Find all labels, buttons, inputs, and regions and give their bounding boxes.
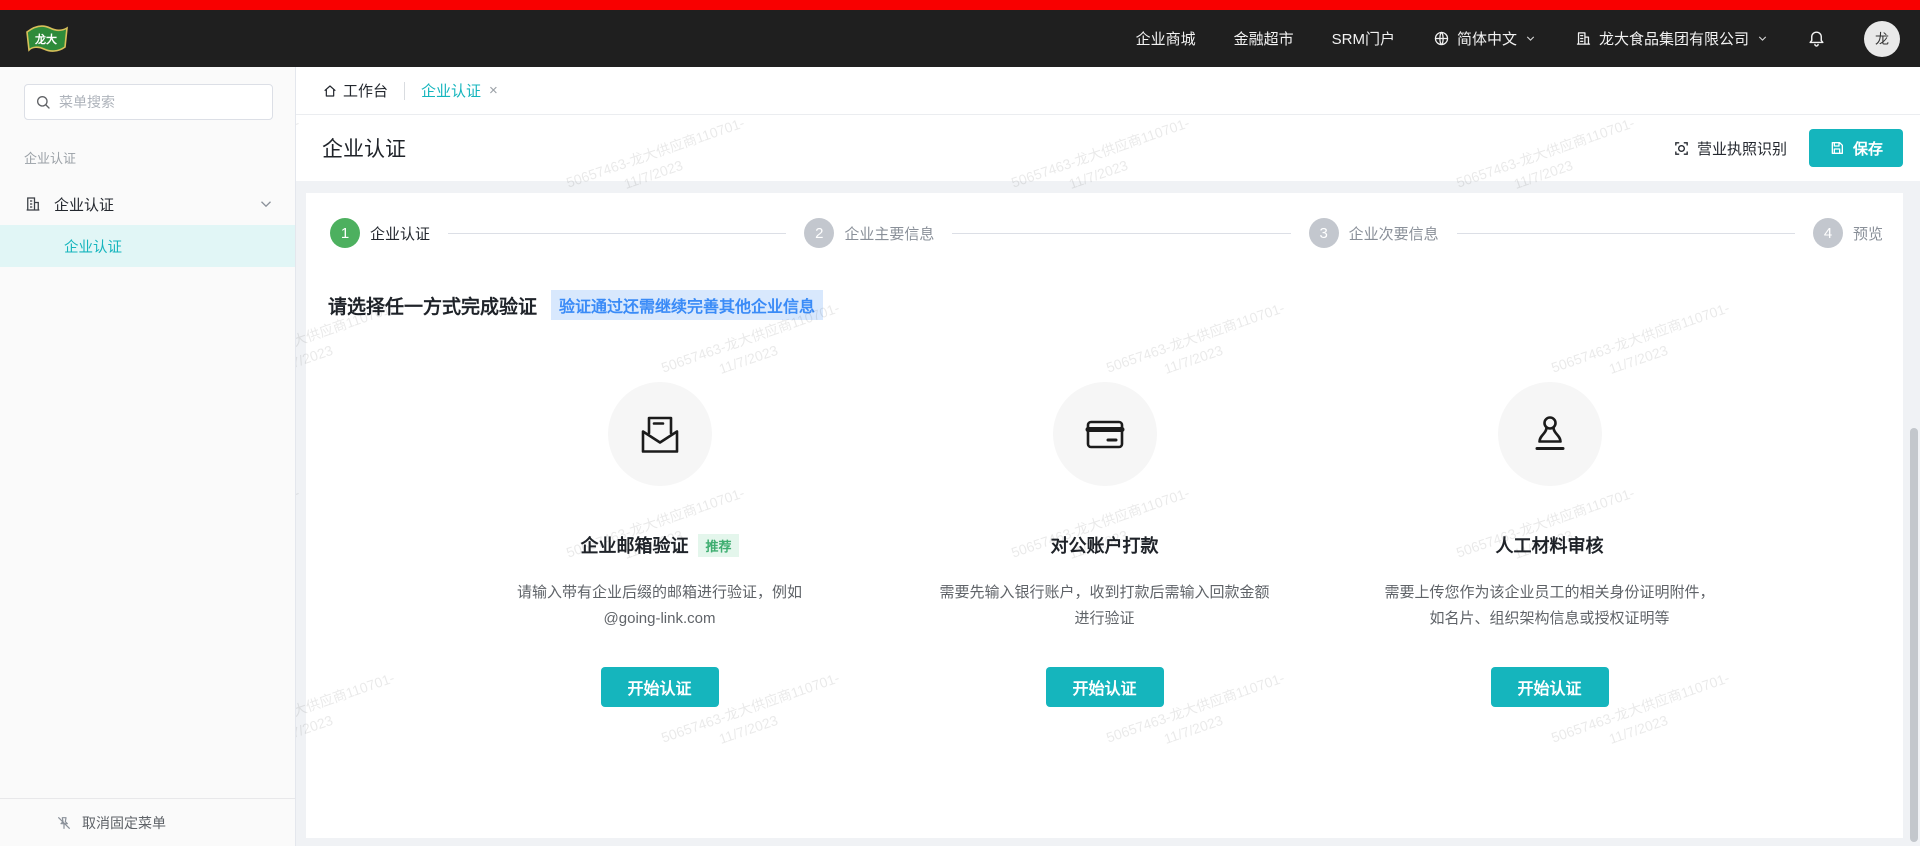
top-red-bar bbox=[0, 0, 1920, 10]
user-avatar[interactable]: 龙 bbox=[1864, 21, 1900, 57]
building-icon bbox=[24, 195, 42, 213]
card-bank-transfer: 对公账户打款 需要先输入银行账户，收到打款后需输入回款金额进行验证 开始认证 bbox=[882, 382, 1327, 707]
main-area: 50657463-龙大供应商110701-11/7/202350657463-龙… bbox=[296, 67, 1920, 846]
nav-srm-portal[interactable]: SRM门户 bbox=[1332, 28, 1395, 49]
step-number: 4 bbox=[1813, 218, 1843, 248]
nav-enterprise-mall[interactable]: 企业商城 bbox=[1136, 28, 1196, 49]
start-auth-button-email[interactable]: 开始认证 bbox=[601, 667, 719, 707]
chevron-down-icon bbox=[1756, 32, 1769, 45]
step-label: 企业次要信息 bbox=[1349, 223, 1439, 244]
sidebar-item-enterprise-auth[interactable]: 企业认证 bbox=[0, 183, 295, 225]
flag-logo-icon: 龙大 bbox=[24, 23, 70, 55]
menu-search-input[interactable] bbox=[59, 94, 262, 110]
verify-heading-row: 请选择任一方式完成验证 验证通过还需继续完善其他企业信息 bbox=[328, 290, 1903, 320]
step-label: 企业主要信息 bbox=[844, 223, 934, 244]
step-label: 预览 bbox=[1853, 223, 1883, 244]
sidebar-item-label: 企业认证 bbox=[54, 194, 114, 215]
bell-icon bbox=[1807, 29, 1826, 48]
email-icon bbox=[608, 382, 712, 486]
card-description: 需要上传您作为该企业员工的相关身份证明附件，如名片、组织架构信息或授权证明等 bbox=[1380, 580, 1720, 633]
sidebar: 企业认证 企业认证 企业认证 取消固定菜单 bbox=[0, 67, 296, 846]
app-header: 龙大 企业商城 金融超市 SRM门户 简体中文 龙大食品集团有限公司 龙 bbox=[0, 10, 1920, 67]
card-title: 对公账户打款 bbox=[1051, 532, 1159, 558]
company-name: 龙大食品集团有限公司 bbox=[1599, 28, 1749, 49]
sidebar-subitem-label: 企业认证 bbox=[64, 236, 122, 257]
card-email-verify: 企业邮箱验证 推荐 请输入带有企业后缀的邮箱进行验证，例如 @going-lin… bbox=[437, 382, 882, 707]
card-description: 需要先输入银行账户，收到打款后需输入回款金额进行验证 bbox=[935, 580, 1275, 633]
save-icon bbox=[1829, 140, 1845, 156]
card-description: 请输入带有企业后缀的邮箱进行验证，例如 @going-link.com bbox=[490, 580, 830, 633]
step-number: 1 bbox=[330, 218, 360, 248]
company-switcher[interactable]: 龙大食品集团有限公司 bbox=[1575, 28, 1769, 49]
content-panel: 1 企业认证 2 企业主要信息 3 企业次要信息 4 预览 bbox=[306, 193, 1903, 838]
close-tab-icon[interactable]: × bbox=[489, 83, 498, 98]
menu-group-label: 企业认证 bbox=[24, 148, 295, 167]
step-number: 3 bbox=[1309, 218, 1339, 248]
unpin-menu-button[interactable]: 取消固定菜单 bbox=[0, 798, 295, 846]
card-title: 企业邮箱验证 bbox=[580, 532, 688, 558]
stamp-icon bbox=[1498, 382, 1602, 486]
avatar-initial: 龙 bbox=[1875, 29, 1889, 49]
building-icon bbox=[1575, 30, 1592, 47]
pin-slash-icon bbox=[56, 815, 72, 831]
nav-finance-market[interactable]: 金融超市 bbox=[1234, 28, 1294, 49]
chevron-down-icon bbox=[257, 195, 275, 213]
tab-enterprise-auth[interactable]: 企业认证 × bbox=[421, 80, 498, 101]
start-auth-button-bank[interactable]: 开始认证 bbox=[1046, 667, 1164, 707]
recommended-badge: 推荐 bbox=[698, 534, 738, 557]
bank-card-icon bbox=[1053, 382, 1157, 486]
menu-search-box[interactable] bbox=[24, 84, 273, 120]
step-label: 企业认证 bbox=[370, 223, 430, 244]
search-icon bbox=[35, 94, 51, 110]
tab-separator bbox=[404, 82, 405, 100]
card-title: 人工材料审核 bbox=[1496, 532, 1604, 558]
step-connector bbox=[952, 233, 1290, 234]
tab-bar: 工作台 企业认证 × bbox=[296, 67, 1920, 115]
language-switcher[interactable]: 简体中文 bbox=[1433, 28, 1537, 49]
ocr-license-label: 营业执照识别 bbox=[1697, 138, 1787, 159]
chevron-down-icon bbox=[1524, 32, 1537, 45]
start-auth-button-manual[interactable]: 开始认证 bbox=[1491, 667, 1609, 707]
workbench-label: 工作台 bbox=[343, 80, 388, 101]
language-label: 简体中文 bbox=[1457, 28, 1517, 49]
page-title: 企业认证 bbox=[322, 133, 406, 163]
verify-heading: 请选择任一方式完成验证 bbox=[328, 292, 537, 319]
step-4-preview: 4 预览 bbox=[1813, 218, 1883, 248]
scrollbar-thumb[interactable] bbox=[1910, 428, 1918, 842]
notification-bell[interactable] bbox=[1807, 29, 1826, 48]
scan-icon bbox=[1673, 140, 1690, 157]
step-connector bbox=[448, 233, 786, 234]
vertical-scrollbar[interactable] bbox=[1909, 67, 1919, 846]
step-2-main-info: 2 企业主要信息 bbox=[804, 218, 934, 248]
step-3-secondary-info: 3 企业次要信息 bbox=[1309, 218, 1439, 248]
page-header: 企业认证 营业执照识别 保存 bbox=[296, 115, 1920, 181]
header-actions: 营业执照识别 保存 bbox=[1673, 129, 1903, 167]
svg-text:龙大: 龙大 bbox=[34, 32, 57, 46]
ocr-license-button[interactable]: 营业执照识别 bbox=[1673, 138, 1787, 159]
step-1-enterprise-auth: 1 企业认证 bbox=[330, 218, 430, 248]
company-logo[interactable]: 龙大 bbox=[24, 23, 70, 55]
globe-icon bbox=[1433, 30, 1450, 47]
stepper: 1 企业认证 2 企业主要信息 3 企业次要信息 4 预览 bbox=[306, 193, 1903, 248]
sidebar-spacer bbox=[0, 267, 295, 798]
home-icon bbox=[322, 83, 338, 99]
tab-label: 企业认证 bbox=[421, 80, 481, 101]
step-connector bbox=[1457, 233, 1795, 234]
verify-method-cards: 企业邮箱验证 推荐 请输入带有企业后缀的邮箱进行验证，例如 @going-lin… bbox=[306, 382, 1903, 707]
verify-heading-note: 验证通过还需继续完善其他企业信息 bbox=[551, 290, 823, 320]
step-number: 2 bbox=[804, 218, 834, 248]
top-nav: 企业商城 金融超市 SRM门户 简体中文 龙大食品集团有限公司 龙 bbox=[1136, 21, 1900, 57]
save-label: 保存 bbox=[1853, 138, 1883, 159]
save-button[interactable]: 保存 bbox=[1809, 129, 1903, 167]
tab-workbench[interactable]: 工作台 bbox=[322, 80, 388, 101]
sidebar-subitem-enterprise-auth-active[interactable]: 企业认证 bbox=[0, 225, 295, 267]
card-manual-review: 人工材料审核 需要上传您作为该企业员工的相关身份证明附件，如名片、组织架构信息或… bbox=[1327, 382, 1772, 707]
unpin-menu-label: 取消固定菜单 bbox=[82, 813, 166, 833]
